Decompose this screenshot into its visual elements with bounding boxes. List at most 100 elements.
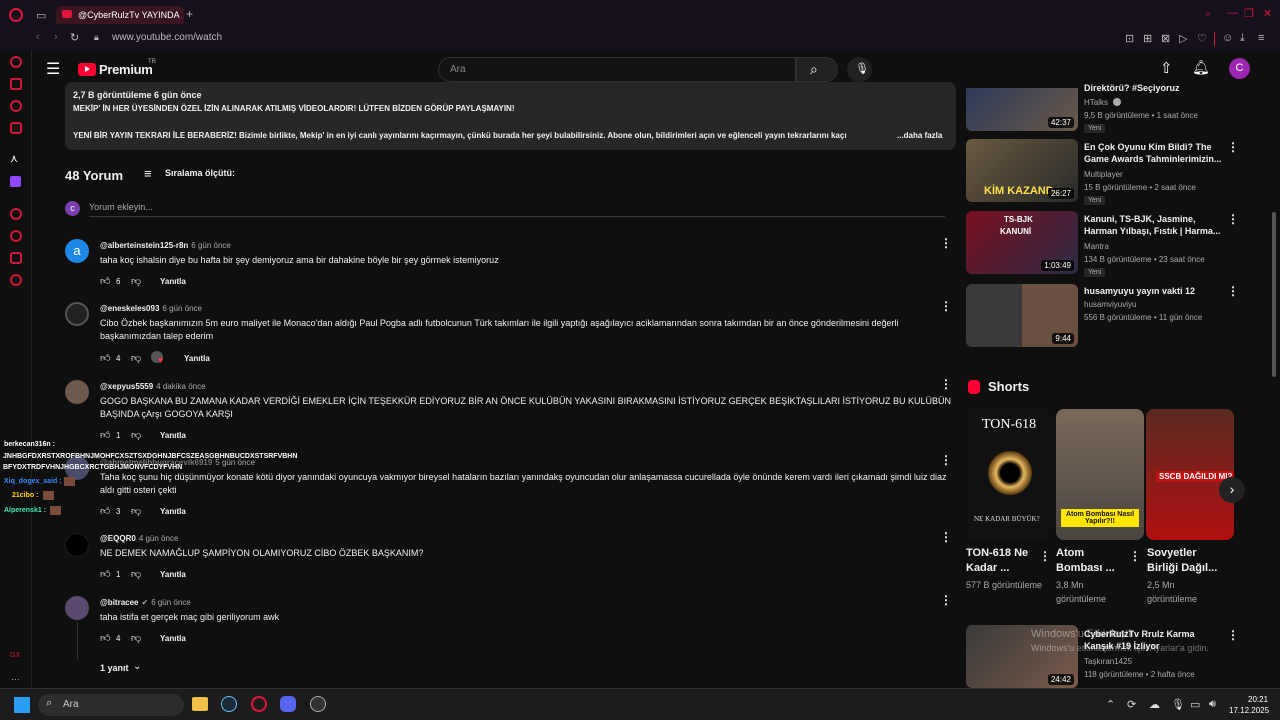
comment-more-icon[interactable]: ⋮: [940, 530, 952, 544]
back-icon[interactable]: ‹: [36, 31, 40, 43]
video-title[interactable]: Kanuni, TS-BJK, Jasmine, Harman Yılbaşı,…: [1084, 213, 1224, 237]
maximize-icon[interactable]: ❐: [1244, 7, 1254, 20]
network-icon[interactable]: ⟳: [1127, 698, 1136, 711]
sort-button[interactable]: Sıralama ölçütü:: [165, 168, 235, 178]
search-box[interactable]: Ara: [438, 57, 796, 82]
sidebar-gx-icon[interactable]: GX: [10, 652, 20, 659]
page-scrollbar[interactable]: [1272, 212, 1276, 377]
search-button[interactable]: ⌕: [796, 57, 838, 82]
play-icon[interactable]: ▷: [1179, 32, 1187, 45]
dislike-icon[interactable]: 👎︎: [131, 275, 141, 287]
comment-more-icon[interactable]: ⋮: [940, 453, 952, 467]
short-title[interactable]: Atom Bombası ...: [1056, 546, 1130, 576]
heart-icon[interactable]: ♡: [1197, 32, 1207, 45]
sidebar-messenger-icon[interactable]: [10, 100, 22, 112]
like-icon[interactable]: 👍︎: [100, 568, 110, 580]
comment-more-icon[interactable]: ⋮: [940, 377, 952, 391]
youtube-logo-icon[interactable]: [78, 63, 96, 76]
reply-button[interactable]: Yanıtla: [160, 431, 186, 440]
clock-time[interactable]: 20:21: [1248, 695, 1268, 704]
chevron-down-icon[interactable]: ⌄: [133, 661, 141, 672]
url-field[interactable]: www.youtube.com/watch: [112, 32, 222, 43]
comment-more-icon[interactable]: ⋮: [940, 299, 952, 313]
reply-button[interactable]: Yanıtla: [184, 354, 210, 363]
video-thumbnail[interactable]: TS-BJK KANUNİ 1:03:49: [966, 211, 1078, 274]
volume-icon[interactable]: 🔊︎: [1209, 698, 1216, 711]
show-replies-button[interactable]: 1 yanıt: [100, 663, 129, 673]
hamburger-menu-icon[interactable]: ☰: [46, 59, 60, 79]
comment-avatar[interactable]: [65, 533, 89, 557]
file-explorer-icon[interactable]: [192, 697, 208, 711]
dislike-icon[interactable]: 👎︎: [131, 429, 141, 441]
profile-icon[interactable]: ☺: [1222, 32, 1233, 44]
comment-more-icon[interactable]: ⋮: [940, 593, 952, 607]
forward-icon[interactable]: ›: [54, 31, 58, 43]
voice-search-button[interactable]: 🎙︎: [847, 57, 872, 82]
reply-button[interactable]: Yanıtla: [160, 570, 186, 579]
video-channel[interactable]: husamviyuviyu: [1084, 298, 1136, 311]
short-thumbnail[interactable]: TON-618 NE KADAR BÜYÜK?: [966, 409, 1054, 540]
new-tab-icon[interactable]: +: [186, 7, 193, 21]
video-title[interactable]: Direktörü? #Seçiyoruz: [1084, 82, 1224, 94]
search-tabs-icon[interactable]: ⌕: [1205, 8, 1211, 21]
like-icon[interactable]: 👍︎: [100, 505, 110, 517]
comment-author[interactable]: @alberteinstein125-r8n 6 gün önce: [100, 241, 231, 250]
reload-icon[interactable]: ↻: [70, 31, 79, 44]
reply-button[interactable]: Yanıtla: [160, 507, 186, 516]
comment-more-icon[interactable]: ⋮: [940, 236, 952, 250]
short-more-icon[interactable]: ⋮: [1039, 549, 1051, 563]
video-more-icon[interactable]: ⋮: [1227, 628, 1239, 642]
search-input[interactable]: Ara: [450, 64, 466, 75]
sidebar-settings-icon[interactable]: [10, 274, 22, 286]
short-title[interactable]: TON-618 Ne Kadar ...: [966, 546, 1040, 576]
video-more-icon[interactable]: ⋮: [1227, 212, 1239, 226]
comment-avatar[interactable]: [65, 302, 89, 326]
video-title[interactable]: husamyuyu yayın vakti 12: [1084, 285, 1224, 297]
sort-icon[interactable]: ≡: [144, 166, 152, 181]
short-more-icon[interactable]: ⋮: [1129, 549, 1141, 563]
close-icon[interactable]: ✕: [1263, 7, 1272, 20]
video-more-icon[interactable]: ⋮: [1227, 284, 1239, 298]
comment-author[interactable]: @EQQR0 4 gün önce: [100, 534, 178, 543]
sidebar-more-icon[interactable]: …: [11, 672, 20, 682]
description-more-link[interactable]: ...daha fazla: [897, 131, 942, 140]
video-channel[interactable]: Multiplayer: [1084, 168, 1123, 181]
extension-icon-2[interactable]: ⊞: [1143, 32, 1152, 45]
dislike-icon[interactable]: 👎︎: [131, 632, 141, 644]
comment-avatar[interactable]: [65, 380, 89, 404]
download-icon[interactable]: ⤓: [1240, 32, 1245, 45]
comment-avatar[interactable]: [65, 596, 89, 620]
upload-icon[interactable]: ⇧: [1160, 59, 1173, 77]
sidebar-player-icon[interactable]: [10, 208, 22, 220]
video-thumbnail[interactable]: 42:37: [966, 88, 1078, 131]
opera-gx-taskbar-icon[interactable]: [251, 696, 267, 712]
sidebar-twitch-icon[interactable]: [10, 176, 21, 187]
comment-avatar[interactable]: a: [65, 239, 89, 263]
sidebar-arrow-icon[interactable]: ⋏: [10, 152, 18, 165]
like-icon[interactable]: 👍︎: [100, 352, 110, 364]
account-avatar[interactable]: C: [1229, 58, 1250, 79]
like-icon[interactable]: 👍︎: [100, 632, 110, 644]
tab-active[interactable]: @CyberRulzTv YAYINDA: [56, 6, 184, 24]
taskbar-search-box[interactable]: ⌕ Ara: [38, 694, 184, 716]
show-hidden-icons-icon[interactable]: ⌃: [1106, 698, 1115, 711]
microphone-icon[interactable]: 🎙︎: [1171, 698, 1185, 711]
video-channel[interactable]: HTalks: [1084, 96, 1108, 109]
dislike-icon[interactable]: 👎︎: [131, 505, 141, 517]
comment-author[interactable]: @eneskeles093 6 gün önce: [100, 304, 202, 313]
sidebar-aria-icon[interactable]: [10, 56, 22, 68]
comment-author[interactable]: @xepyus5559 4 dakika önce: [100, 382, 206, 391]
dislike-icon[interactable]: 👎︎: [131, 568, 141, 580]
short-thumbnail[interactable]: Atom Bombası Nasıl Yapılır?!!: [1056, 409, 1144, 540]
discord-icon[interactable]: [280, 696, 296, 712]
menu-icon[interactable]: ≡: [1258, 32, 1264, 44]
dislike-icon[interactable]: 👎︎: [131, 352, 141, 364]
taskbar-search-input[interactable]: Ara: [63, 699, 79, 710]
short-title[interactable]: Sovyetler Birliği Dağıl...: [1147, 546, 1221, 576]
clock-date[interactable]: 17.12.2025: [1229, 706, 1269, 715]
shorts-next-button[interactable]: ›: [1219, 477, 1245, 503]
app-icon[interactable]: [310, 696, 326, 712]
reply-button[interactable]: Yanıtla: [160, 634, 186, 643]
reply-button[interactable]: Yanıtla: [160, 277, 186, 286]
steam-icon[interactable]: [221, 696, 237, 712]
